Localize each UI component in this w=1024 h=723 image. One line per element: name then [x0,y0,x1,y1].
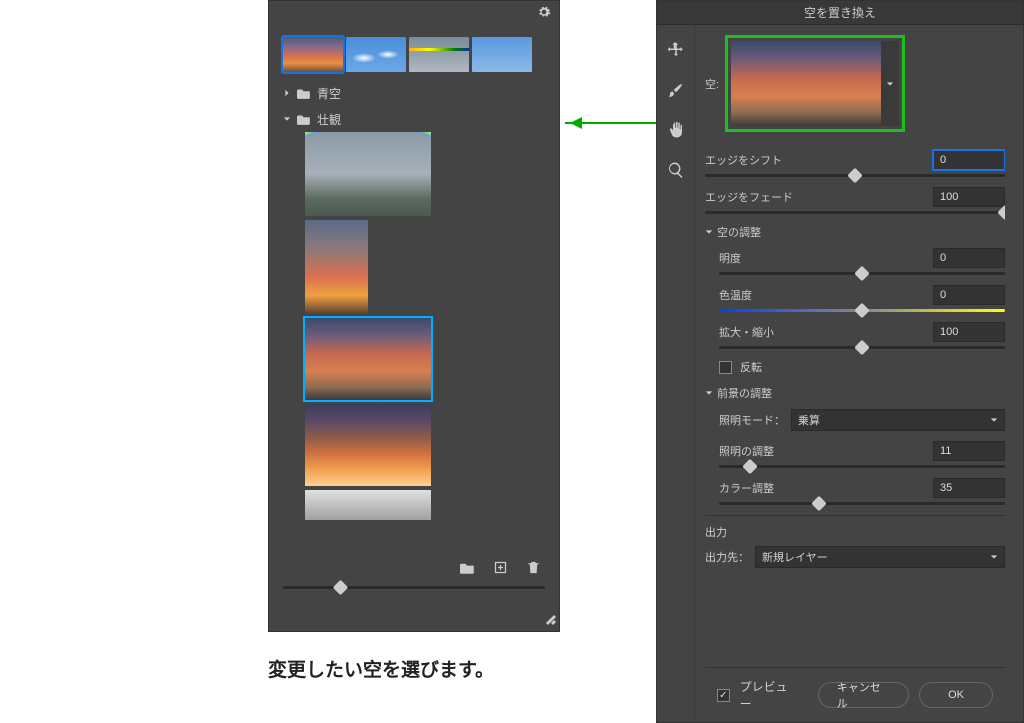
fade-edge-slider[interactable] [705,211,1005,214]
dialog-title: 空を置き換え [657,1,1023,25]
sky-picker-panel: 青空 壮観 [268,0,560,632]
foreground-adjust-section[interactable]: 前景の調整 [705,385,1005,401]
trash-icon[interactable] [526,560,541,578]
recent-thumb[interactable] [409,37,469,72]
output-section-label: 出力 [705,524,1005,540]
flip-label: 反転 [740,359,762,375]
lighting-adjust-slider[interactable] [719,465,1005,468]
fade-edge-label: エッジをフェード [705,189,793,205]
annotation-caption: 変更したい空を選びます。 [268,655,494,682]
sky-thumb[interactable] [305,404,431,486]
color-adjust-input[interactable] [933,478,1005,498]
hand-tool-icon[interactable] [663,117,689,143]
sky-replacement-dialog: 空を置き換え 空: エッジをシフト [656,0,1024,723]
recent-thumb[interactable] [346,37,406,72]
brightness-slider[interactable] [719,272,1005,275]
sky-adjust-section[interactable]: 空の調整 [705,224,1005,240]
lighting-mode-label: 照明モード： [719,412,785,428]
temperature-input[interactable] [933,285,1005,305]
folder-label: 青空 [317,85,341,102]
folder-label: 壮観 [317,111,341,128]
gear-icon[interactable] [537,5,551,22]
recent-thumb[interactable] [472,37,532,72]
sky-thumb[interactable] [305,220,368,314]
scale-label: 拡大・縮小 [719,324,774,340]
resize-grip-icon[interactable] [546,614,556,628]
shift-edge-input[interactable] [933,150,1005,170]
brightness-label: 明度 [719,250,741,266]
output-target-select[interactable]: 新規レイヤー [755,546,1005,568]
lighting-adjust-label: 照明の調整 [719,443,774,459]
dialog-footer: プレビュー キャンセル OK [705,667,1005,722]
temperature-slider[interactable] [719,309,1005,312]
lighting-adjust-input[interactable] [933,441,1005,461]
scale-input[interactable] [933,322,1005,342]
brightness-input[interactable] [933,248,1005,268]
folder-icon[interactable] [460,560,475,578]
preview-checkbox[interactable] [717,689,730,702]
sky-thumb[interactable] [305,490,431,520]
preview-label: プレビュー [740,678,798,712]
folder-blue-sky[interactable]: 青空 [277,80,551,106]
shift-edge-slider[interactable] [705,174,1005,177]
scale-slider[interactable] [719,346,1005,349]
ok-button[interactable]: OK [919,682,993,708]
lighting-mode-select[interactable]: 乗算 [791,409,1005,431]
sky-preview-highlight [725,35,905,132]
temperature-label: 色温度 [719,287,752,303]
color-adjust-label: カラー調整 [719,480,774,496]
recent-sky-thumbnails [269,25,559,80]
folder-thumbnails [277,132,551,552]
sky-thumb[interactable] [305,318,431,400]
folder-spectacular[interactable]: 壮観 [277,106,551,132]
shift-edge-label: エッジをシフト [705,152,782,168]
sky-thumb[interactable] [305,132,431,216]
brush-tool-icon[interactable] [663,77,689,103]
move-tool-icon[interactable] [663,37,689,63]
zoom-tool-icon[interactable] [663,157,689,183]
cancel-button[interactable]: キャンセル [818,682,909,708]
sky-preview[interactable] [731,41,881,126]
output-target-label: 出力先： [705,549,749,565]
thumbnail-zoom-slider[interactable] [269,582,559,595]
sky-label: 空: [705,76,719,92]
flip-checkbox[interactable] [719,361,732,374]
tool-column [657,25,695,722]
color-adjust-slider[interactable] [719,502,1005,505]
sky-dropdown-button[interactable] [881,41,899,126]
recent-thumb[interactable] [283,37,343,72]
fade-edge-input[interactable] [933,187,1005,207]
add-icon[interactable] [493,560,508,578]
